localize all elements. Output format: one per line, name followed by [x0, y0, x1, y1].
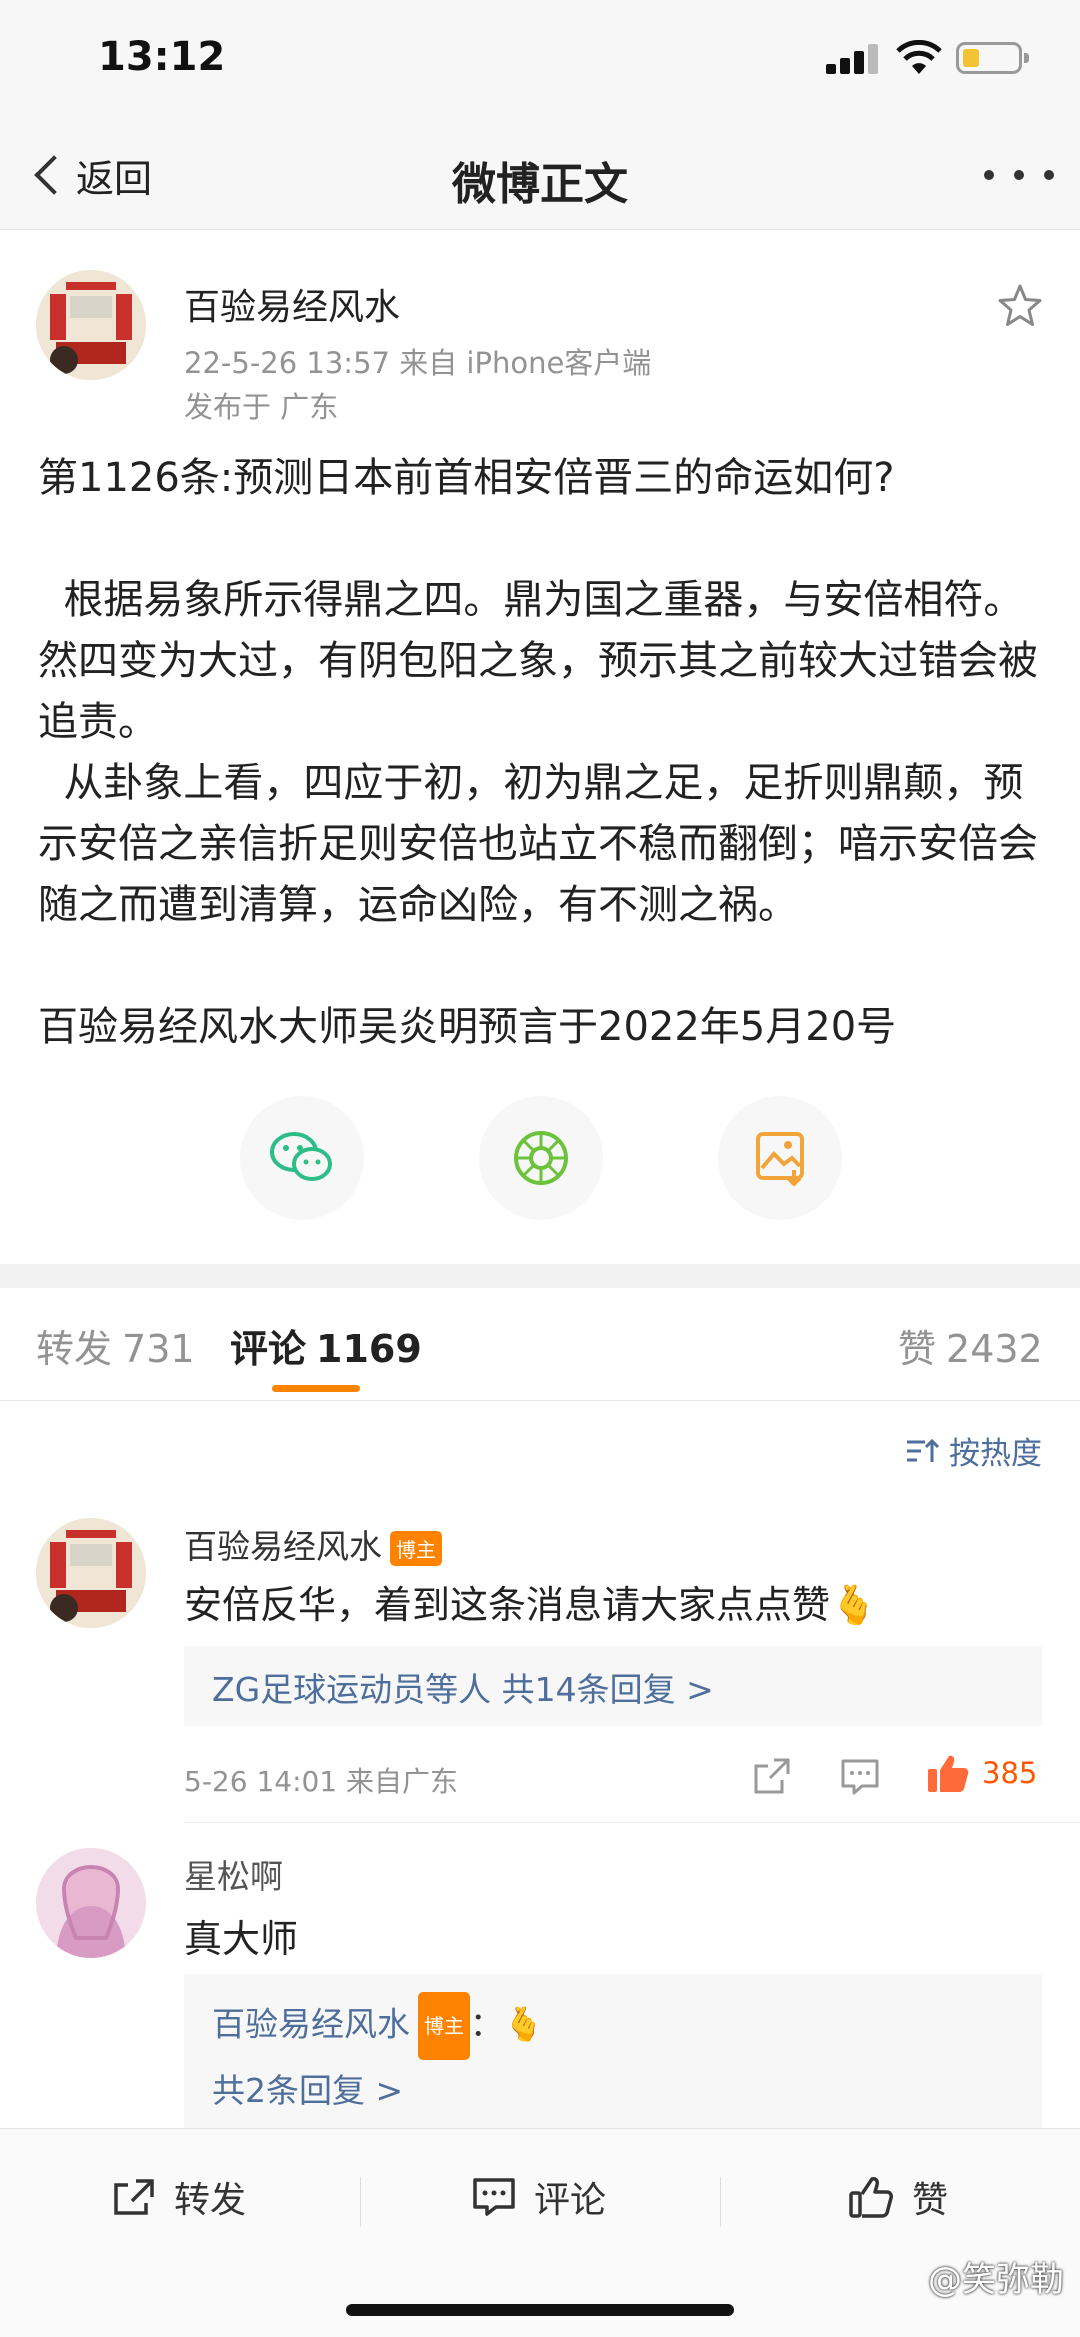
wechat-icon [270, 1132, 332, 1181]
repost-label: 转发 [174, 2180, 247, 2221]
post-author[interactable]: 百验易经风水 [184, 278, 400, 330]
comment-text: 真大师 [184, 1917, 299, 1961]
share-moments-button[interactable] [479, 1096, 603, 1220]
avatar-image [36, 1518, 146, 1628]
comment-timestamp: 5-26 14:01 来自广东 [184, 1765, 459, 1798]
post-location: 发布于 广东 [184, 390, 339, 424]
reply-author[interactable]: 百验易经风水 [212, 2005, 410, 2044]
comment-text: 安倍反华，着到这条消息请大家点点赞🫰 [184, 1583, 878, 1627]
comment-author[interactable]: 星松啊 [184, 1850, 283, 1898]
more-options-button[interactable] [984, 160, 1054, 190]
star-icon[interactable] [996, 282, 1044, 330]
thumbs-up-icon [928, 1755, 969, 1792]
status-bar: 13:12 [0, 0, 1080, 120]
avatar[interactable] [36, 270, 146, 380]
tabs-divider [0, 1400, 1080, 1401]
sort-by-hot-button[interactable]: 按热度 [905, 1428, 1042, 1473]
status-time: 13:12 [98, 34, 226, 80]
reply-line: 百验易经风水 博主 ：🫰 [212, 1992, 1014, 2060]
reply-text: ：🫰 [470, 2004, 545, 2044]
home-indicator[interactable] [346, 2304, 734, 2316]
share-wechat-button[interactable] [240, 1096, 364, 1220]
tab-comments-label: 评论 [230, 1327, 307, 1371]
avatar[interactable] [36, 1848, 146, 1958]
comment-icon [473, 2178, 515, 2216]
comment-button[interactable]: 评论 [472, 2171, 606, 2223]
toolbar-separator [360, 2177, 361, 2227]
image-download-icon [756, 1132, 804, 1186]
author-badge: 博主 [390, 1531, 442, 1566]
share-icon [114, 2179, 154, 2215]
author-badge: 博主 [418, 1992, 470, 2060]
post-paragraph: 从卦象上看，四应于初，初为鼎之足，足折则鼎颠，预示安倍之亲信折足则安倍也站立不稳… [38, 760, 1038, 928]
watermark: @笑弥勒 [928, 2260, 1064, 2300]
moments-icon [514, 1131, 568, 1185]
comment-like-count: 385 [982, 1756, 1038, 1790]
active-tab-indicator [272, 1385, 360, 1392]
tab-comments[interactable]: 评论 1169 [230, 1318, 422, 1373]
comment-label: 评论 [534, 2180, 607, 2221]
toolbar-separator [720, 2177, 721, 2227]
comment-author-name: 百验易经风水 [184, 1527, 382, 1566]
repost-button[interactable]: 转发 [112, 2171, 246, 2223]
post-paragraph: 根据易象所示得鼎之四。鼎为国之重器，与安倍相符。然四变为大过，有阴包阳之象，预示… [38, 577, 1038, 745]
comment-like-button[interactable]: 385 [926, 1752, 1037, 1794]
comment-divider [184, 1822, 1080, 1823]
comment-author[interactable]: 百验易经风水 博主 [184, 1520, 442, 1568]
post-paragraph: 第1126条:预测日本前首相安倍晋三的命运如何? [38, 455, 895, 501]
avatar[interactable] [36, 1518, 146, 1628]
post-paragraph: 百验易经风水大师吴炎明预言于2022年5月20号 [38, 1004, 897, 1050]
thumbs-up-icon [849, 2177, 893, 2218]
sort-label: 按热度 [949, 1436, 1042, 1472]
nav-bar: 返回 微博正文 [0, 120, 1080, 230]
reply-count-link[interactable]: 共2条回复 > [212, 2060, 1014, 2122]
like-label: 赞 [912, 2180, 949, 2221]
tab-repost[interactable]: 转发 731 [36, 1318, 195, 1373]
comment-reply-preview[interactable]: 百验易经风水 博主 ：🫰 共2条回复 > [184, 1974, 1042, 2128]
tab-likes[interactable]: 赞 2432 [898, 1318, 1043, 1373]
comment-icon[interactable] [840, 1758, 880, 1796]
page-title: 微博正文 [452, 159, 628, 210]
post-content: 第1126条:预测日本前首相安倍晋三的命运如何? 根据易象所示得鼎之四。鼎为国之… [38, 448, 1048, 1058]
battery-icon [956, 42, 1029, 74]
tab-repost-count: 731 [122, 1327, 195, 1371]
sort-icon [907, 1438, 939, 1462]
save-image-button[interactable] [718, 1096, 842, 1220]
section-divider [0, 1264, 1080, 1288]
share-icon[interactable] [752, 1756, 792, 1796]
avatar-image [36, 1848, 146, 1958]
tab-likes-label: 赞 [898, 1327, 937, 1371]
tab-likes-count: 2432 [946, 1327, 1043, 1371]
tab-repost-label: 转发 [36, 1327, 113, 1371]
tab-comments-count: 1169 [316, 1327, 422, 1371]
avatar-image [36, 270, 146, 380]
wifi-icon [896, 40, 942, 74]
post-meta: 22-5-26 13:57 来自 iPhone客户端 [184, 346, 652, 380]
cellular-signal-icon [826, 44, 882, 74]
like-button[interactable]: 赞 [848, 2171, 948, 2223]
comment-replies-link[interactable]: ZG足球运动员等人 共14条回复 > [184, 1646, 1042, 1726]
